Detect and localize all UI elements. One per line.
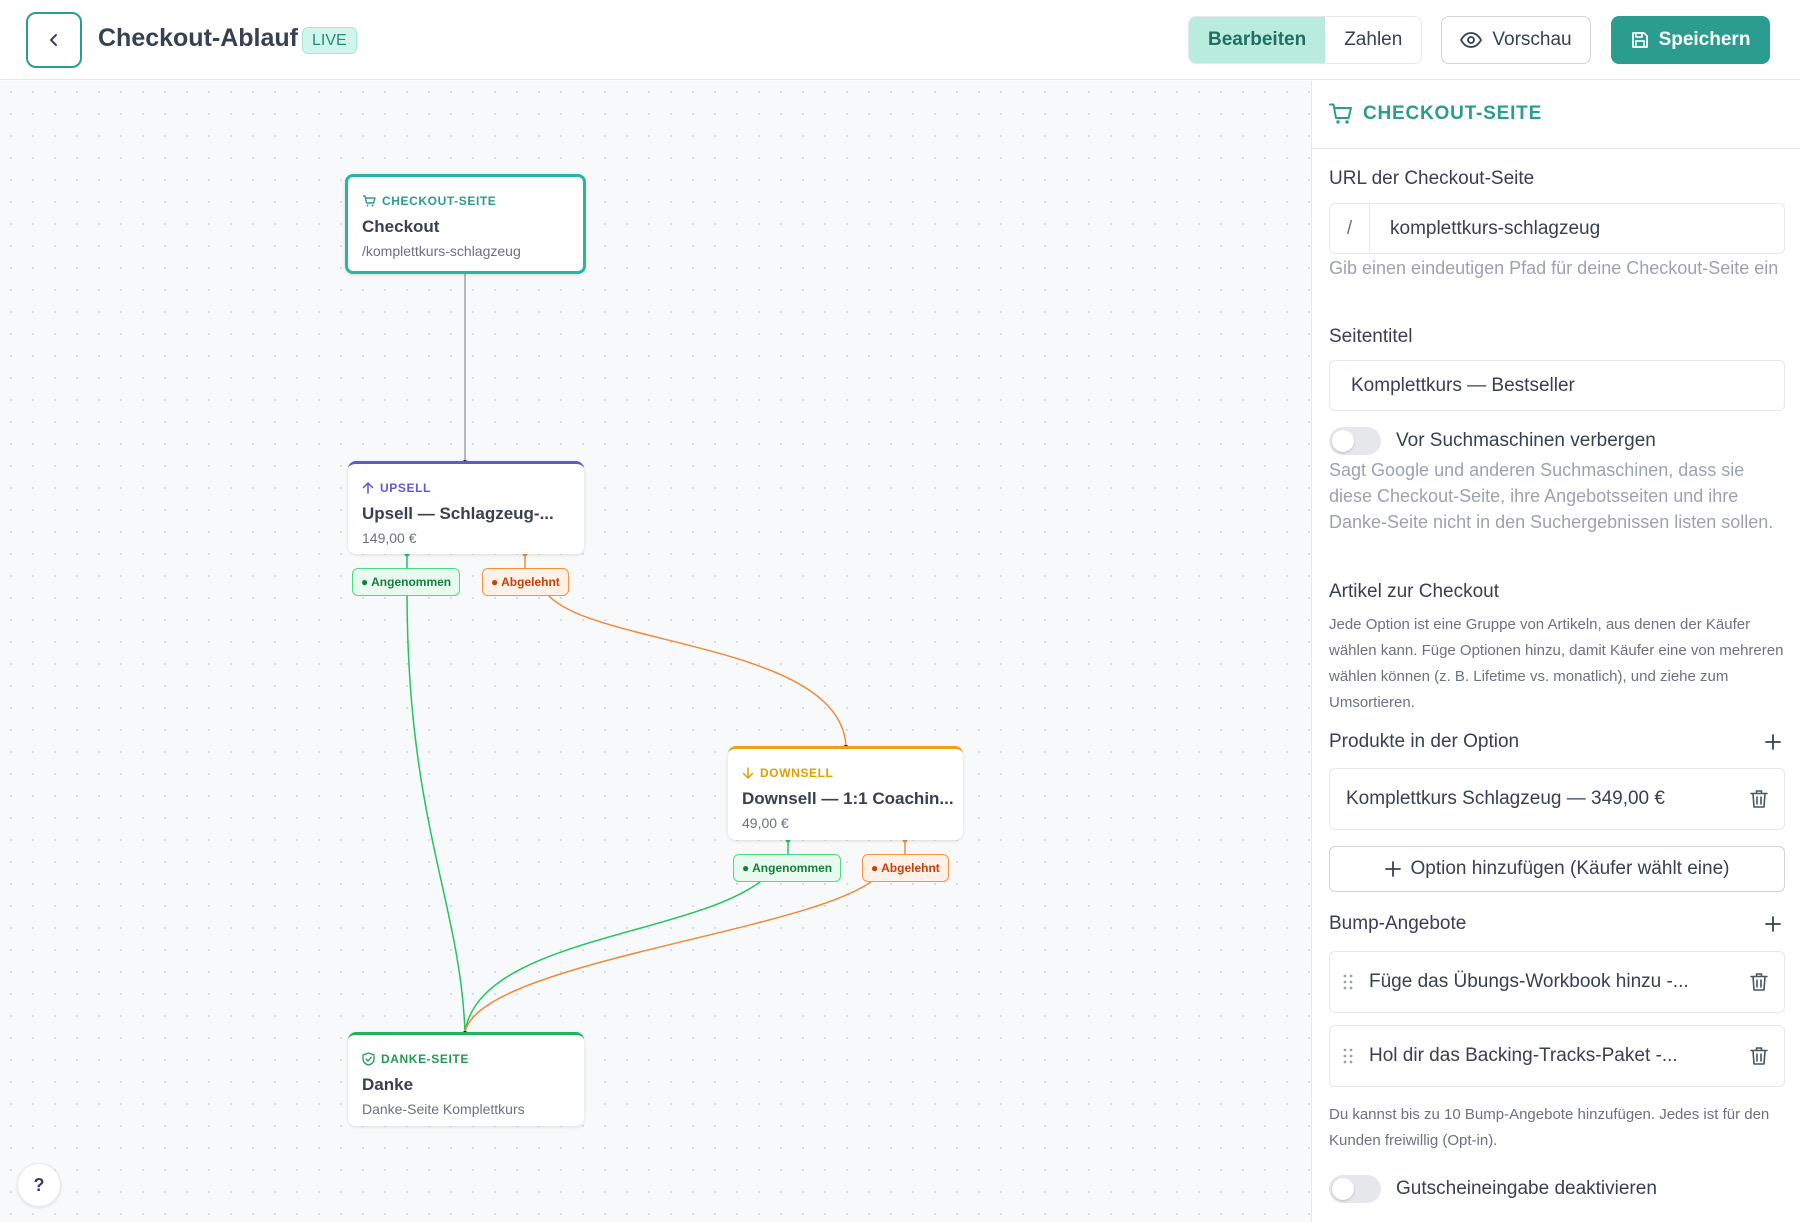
bump-item-label: Hol dir das Backing-Tracks-Paket -... xyxy=(1369,1045,1678,1066)
node-type: DANKE-SEITE xyxy=(362,1052,469,1066)
top-bar: Checkout-Ablauf LIVE Bearbeiten Zahlen V… xyxy=(0,0,1800,80)
status-badge: LIVE xyxy=(302,27,357,54)
node-type: DOWNSELL xyxy=(742,766,833,780)
eye-icon xyxy=(1460,32,1483,48)
panel-header: CHECKOUT-SEITE xyxy=(1312,81,1800,149)
tab-numbers[interactable]: Zahlen xyxy=(1325,17,1422,63)
seo-toggle[interactable] xyxy=(1329,427,1381,455)
save-icon xyxy=(1631,32,1648,48)
products-label: Produkte in der Option xyxy=(1329,731,1520,752)
bumps-label: Bump-Angebote xyxy=(1329,913,1467,934)
node-name: Downsell — 1:1 Coachin... xyxy=(742,789,954,808)
node-type: UPSELL xyxy=(362,481,431,495)
shield-check-icon xyxy=(362,1052,375,1066)
bumps-help: Du kannst bis zu 10 Bump-Angebote hinzuf… xyxy=(1329,1106,1770,1149)
save-label: Speichern xyxy=(1658,29,1751,50)
panel-title: CHECKOUT-SEITE xyxy=(1329,103,1542,125)
mode-switch: Bearbeiten Zahlen xyxy=(1188,16,1423,64)
downsell-accepted-badge[interactable]: ● Angenommen xyxy=(733,854,842,882)
cart-icon xyxy=(363,195,376,207)
coupon-toggle[interactable] xyxy=(1329,1175,1381,1203)
page-title-label: Seitentitel xyxy=(1329,326,1413,347)
url-prefix: / xyxy=(1330,204,1370,253)
drag-handle-icon[interactable] xyxy=(1342,972,1354,992)
trash-icon[interactable] xyxy=(1748,788,1770,810)
product-item-label: Komplettkurs Schlagzeug — 349,00 € xyxy=(1346,788,1665,809)
preview-button[interactable]: Vorschau xyxy=(1441,16,1591,64)
page-title-value: Komplettkurs — Bestseller xyxy=(1351,374,1575,396)
flow-canvas[interactable]: CHECKOUT-SEITE Checkout /komplettkurs-sc… xyxy=(0,81,1311,1222)
node-name: Checkout xyxy=(362,217,440,236)
trash-icon[interactable] xyxy=(1748,1045,1770,1067)
node-type: CHECKOUT-SEITE xyxy=(362,194,496,208)
add-bump-button[interactable] xyxy=(1760,911,1786,937)
edge-downsell-accepted xyxy=(464,876,767,1033)
node-name: Upsell — Schlagzeug-... xyxy=(362,504,554,523)
plus-icon xyxy=(1765,734,1781,750)
coupon-toggle-label: Gutscheineingabe deaktivieren xyxy=(1396,1178,1657,1199)
edge-downsell-declined xyxy=(464,876,878,1033)
node-subtitle: Danke-Seite Komplettkurs xyxy=(362,1101,525,1117)
product-item[interactable]: Komplettkurs Schlagzeug — 349,00 € xyxy=(1329,768,1785,830)
node-subtitle: /komplettkurs-schlagzeug xyxy=(362,243,521,259)
plus-icon xyxy=(1384,861,1401,877)
seo-toggle-label: Vor Suchmaschinen verbergen xyxy=(1396,430,1656,451)
node-name: Danke xyxy=(362,1075,414,1094)
tab-edit[interactable]: Bearbeiten xyxy=(1189,17,1326,63)
add-product-button[interactable] xyxy=(1760,729,1786,755)
plus-icon xyxy=(1765,916,1781,932)
seo-help: Sagt Google und anderen Suchmaschinen, d… xyxy=(1329,460,1774,532)
bump-item[interactable]: Füge das Übungs-Workbook hinzu -... xyxy=(1329,951,1785,1013)
url-label: URL der Checkout-Seite xyxy=(1329,168,1535,189)
node-thanks[interactable]: DANKE-SEITE Danke Danke-Seite Komplettku… xyxy=(348,1032,584,1126)
page-title: Checkout-Ablauf xyxy=(98,24,298,52)
node-subtitle: 149,00 € xyxy=(362,530,417,546)
drag-handle-icon[interactable] xyxy=(1342,1046,1354,1066)
flow-edges xyxy=(404,267,908,1037)
settings-panel: CHECKOUT-SEITE URL der Checkout-Seite / … xyxy=(1311,81,1800,1222)
arrow-down-icon xyxy=(742,767,754,779)
node-downsell[interactable]: DOWNSELL Downsell — 1:1 Coachin... 49,00… xyxy=(728,746,963,840)
url-value: komplettkurs-schlagzeug xyxy=(1390,217,1601,239)
trash-icon[interactable] xyxy=(1748,971,1770,993)
cart-icon xyxy=(1329,103,1352,124)
downsell-declined-badge[interactable]: ● Abgelehnt xyxy=(862,854,949,882)
help-button[interactable]: ? xyxy=(17,1163,61,1207)
node-subtitle: 49,00 € xyxy=(742,815,789,831)
url-field[interactable]: / komplettkurs-schlagzeug xyxy=(1329,203,1785,254)
bump-item[interactable]: Hol dir das Backing-Tracks-Paket -... xyxy=(1329,1025,1785,1087)
chevron-left-icon xyxy=(50,34,57,46)
page-title-field[interactable]: Komplettkurs — Bestseller xyxy=(1329,360,1785,411)
arrow-up-icon xyxy=(362,482,374,494)
items-help: Jede Option ist eine Gruppe von Artikeln… xyxy=(1329,616,1784,711)
edge-upsell-accepted xyxy=(406,590,466,1033)
bump-item-label: Füge das Übungs-Workbook hinzu -... xyxy=(1369,971,1689,992)
items-label: Artikel zur Checkout xyxy=(1329,581,1500,602)
upsell-accepted-badge[interactable]: ● Angenommen xyxy=(352,568,461,596)
back-button[interactable] xyxy=(26,12,82,68)
add-option-label: Option hinzufügen (Käufer wählt eine) xyxy=(1410,858,1730,879)
url-help: Gib einen eindeutigen Pfad für deine Che… xyxy=(1329,258,1779,278)
upsell-declined-badge[interactable]: ● Abgelehnt xyxy=(482,568,569,596)
preview-label: Vorschau xyxy=(1492,29,1572,50)
node-checkout[interactable]: CHECKOUT-SEITE Checkout /komplettkurs-sc… xyxy=(345,174,586,274)
save-button[interactable]: Speichern xyxy=(1611,16,1770,64)
node-upsell[interactable]: UPSELL Upsell — Schlagzeug-... 149,00 € xyxy=(348,461,584,554)
add-option-button[interactable]: Option hinzufügen (Käufer wählt eine) xyxy=(1329,846,1785,892)
edge-upsell-declined xyxy=(544,590,847,747)
